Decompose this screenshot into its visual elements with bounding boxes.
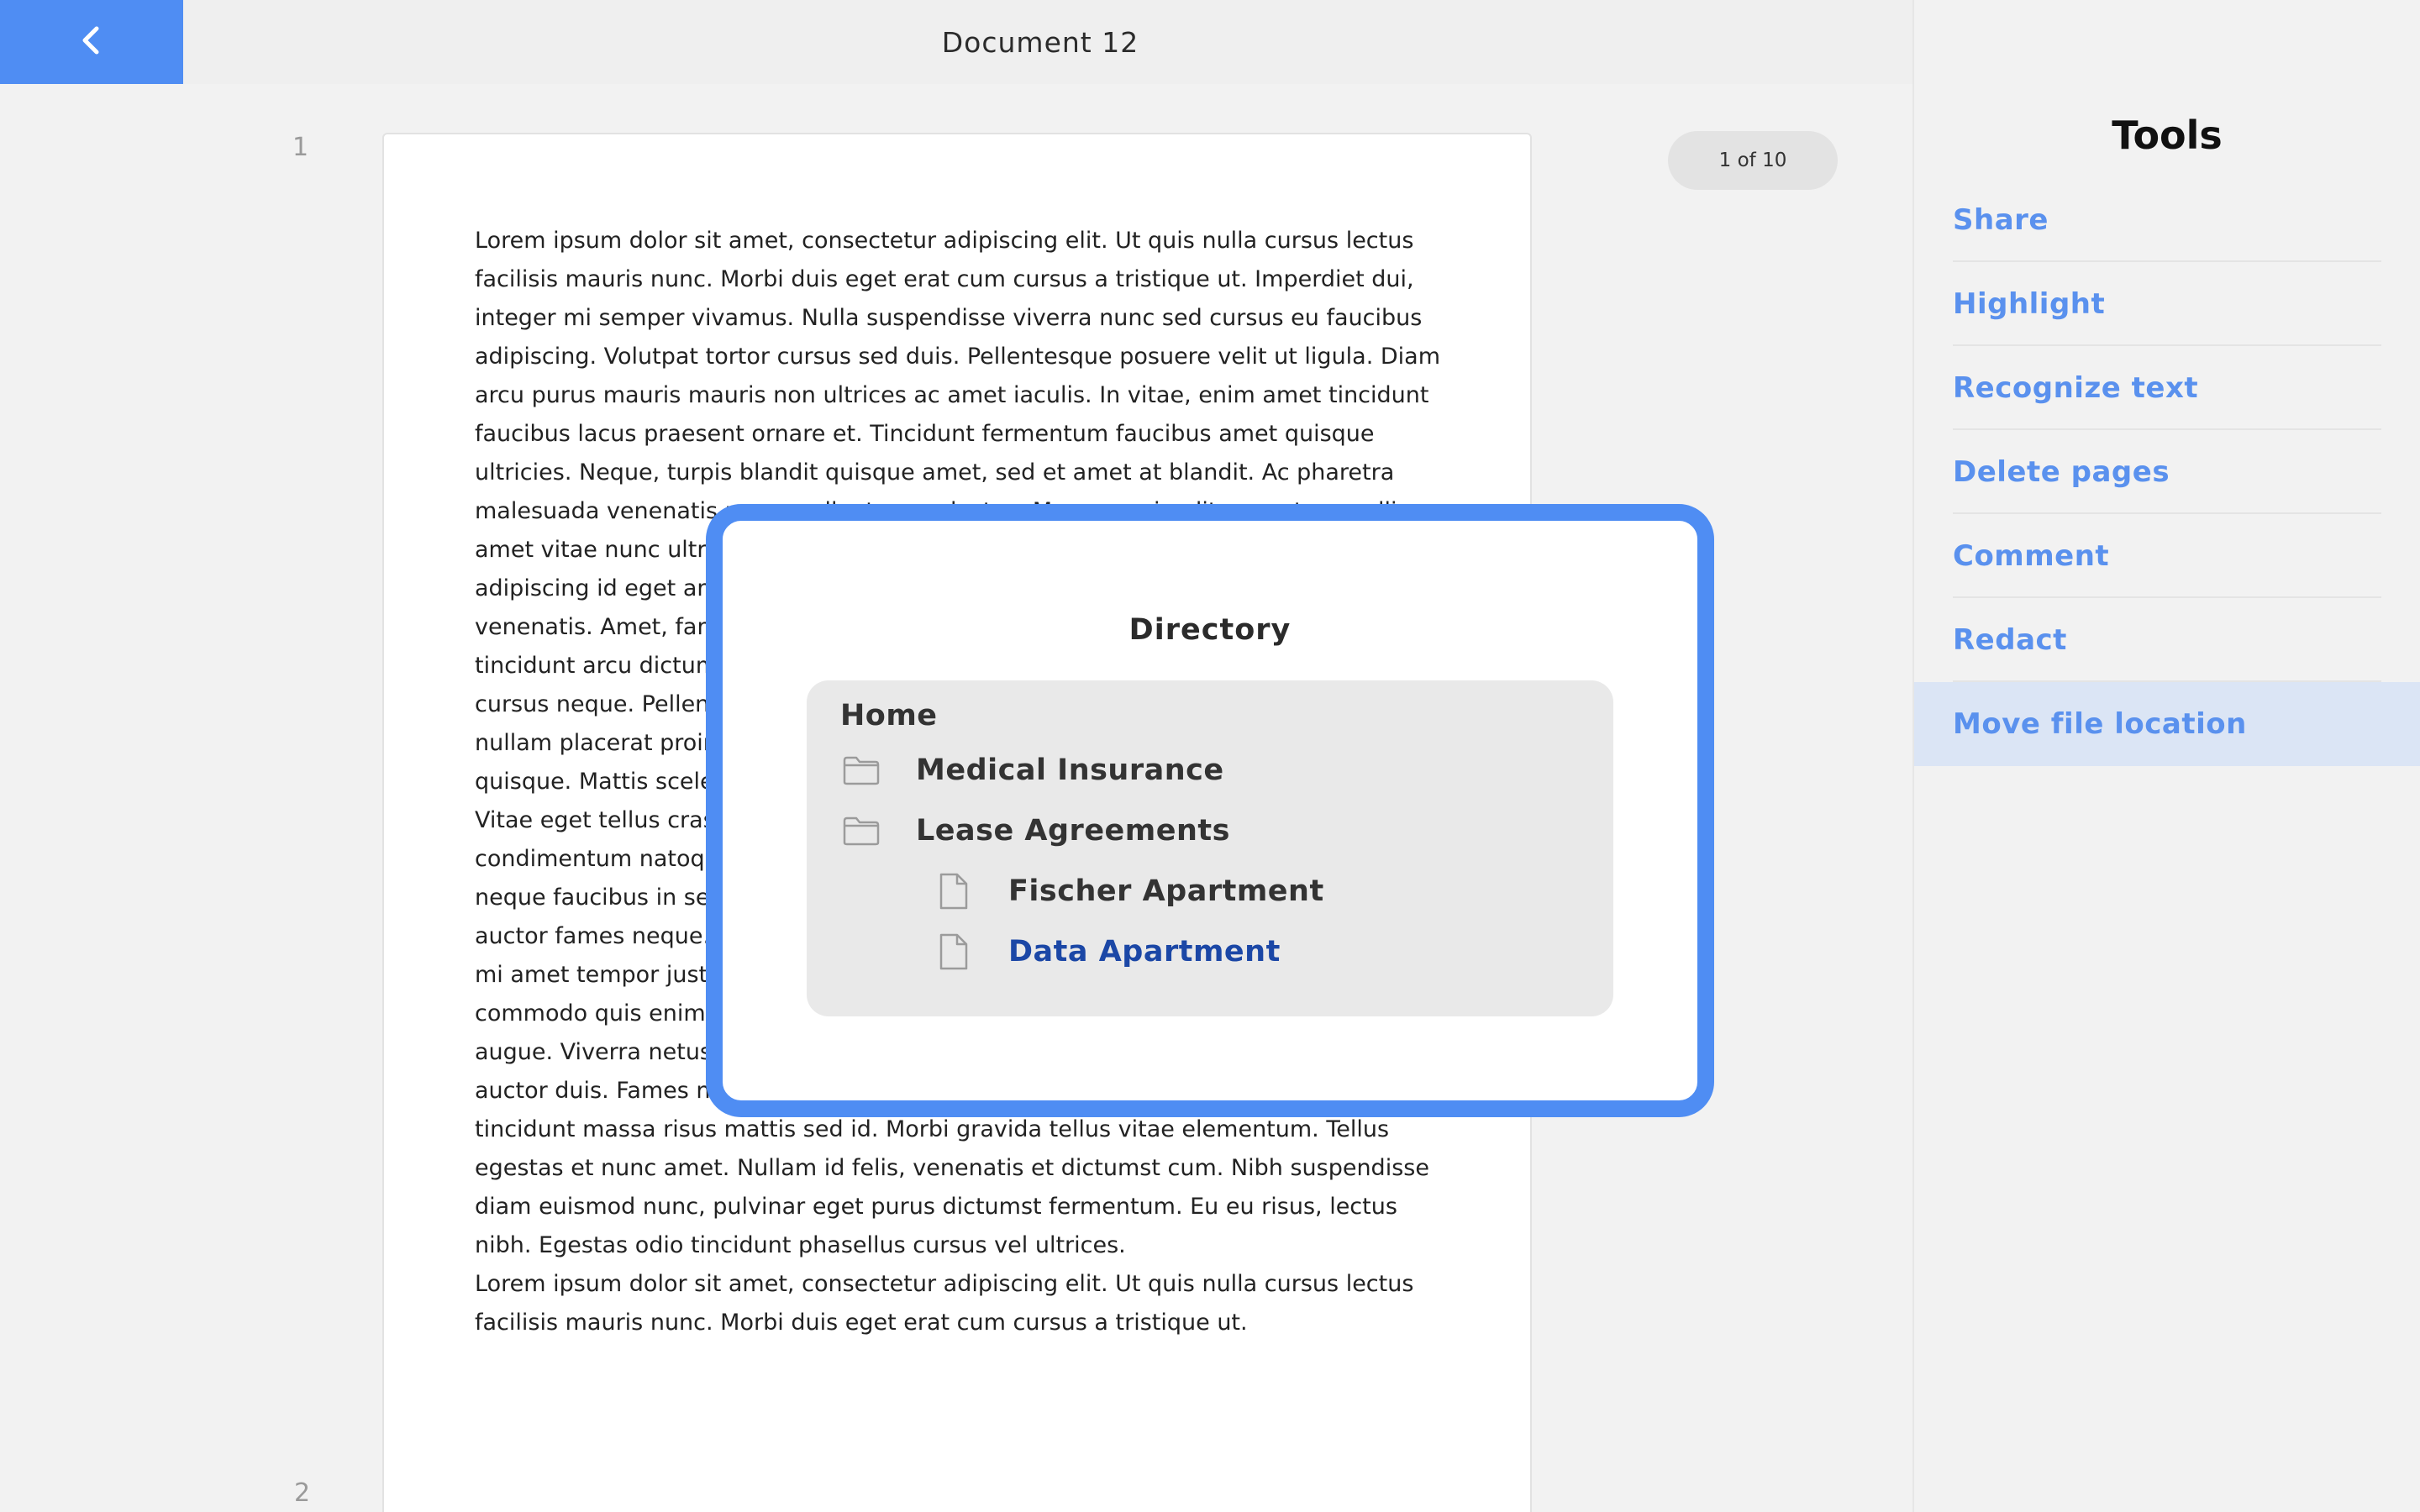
paragraph: Lorem ipsum dolor sit amet, consectetur … — [475, 1271, 1414, 1336]
top-bar: Document 12 — [0, 0, 1912, 84]
tool-share[interactable]: Share — [1914, 178, 2420, 262]
tree-folder-medical-insurance[interactable]: Medical Insurance — [840, 751, 1224, 790]
tool-redact[interactable]: Redact — [1914, 598, 2420, 682]
folder-icon — [840, 751, 882, 790]
file-icon — [933, 932, 975, 971]
folder-label: Medical Insurance — [916, 753, 1224, 787]
tree-file-fischer-apartment[interactable]: Fischer Apartment — [933, 872, 1324, 911]
tool-recognize-text[interactable]: Recognize text — [1914, 346, 2420, 430]
tool-list: Share Highlight Recognize text Delete pa… — [1914, 178, 2420, 766]
back-button[interactable] — [0, 0, 183, 84]
tree-folder-lease-agreements[interactable]: Lease Agreements — [840, 811, 1230, 850]
page-number: 1 — [292, 133, 309, 162]
app-root: Document 12 1 2 Lorem ipsum dolor sit am… — [0, 0, 2420, 1512]
tree-file-data-apartment[interactable]: Data Apartment — [933, 932, 1281, 971]
tool-move-file-location[interactable]: Move file location — [1914, 682, 2420, 766]
file-icon — [933, 872, 975, 911]
page-counter: 1 of 10 — [1668, 131, 1838, 190]
dialog-title: Directory — [1128, 613, 1292, 647]
tree-root-label: Home — [840, 699, 938, 732]
directory-tree: Home Medical Insurance Lease Agreements … — [807, 680, 1613, 1016]
tool-delete-pages[interactable]: Delete pages — [1914, 430, 2420, 514]
folder-label: Lease Agreements — [916, 814, 1230, 848]
sidebar-title: Tools — [2112, 113, 2223, 158]
tree-root-home[interactable]: Home — [840, 699, 938, 732]
chevron-left-icon — [80, 25, 103, 59]
file-label: Data Apartment — [1008, 935, 1281, 969]
tool-comment[interactable]: Comment — [1914, 514, 2420, 598]
folder-icon — [840, 811, 882, 850]
file-label: Fischer Apartment — [1008, 874, 1324, 908]
document-title: Document 12 — [941, 25, 1139, 59]
page-number: 2 — [294, 1478, 311, 1508]
tool-highlight[interactable]: Highlight — [1914, 262, 2420, 346]
tools-sidebar: Tools Share Highlight Recognize text Del… — [1912, 0, 2420, 1512]
directory-dialog: Directory Home Medical Insurance Lease A… — [706, 504, 1714, 1117]
